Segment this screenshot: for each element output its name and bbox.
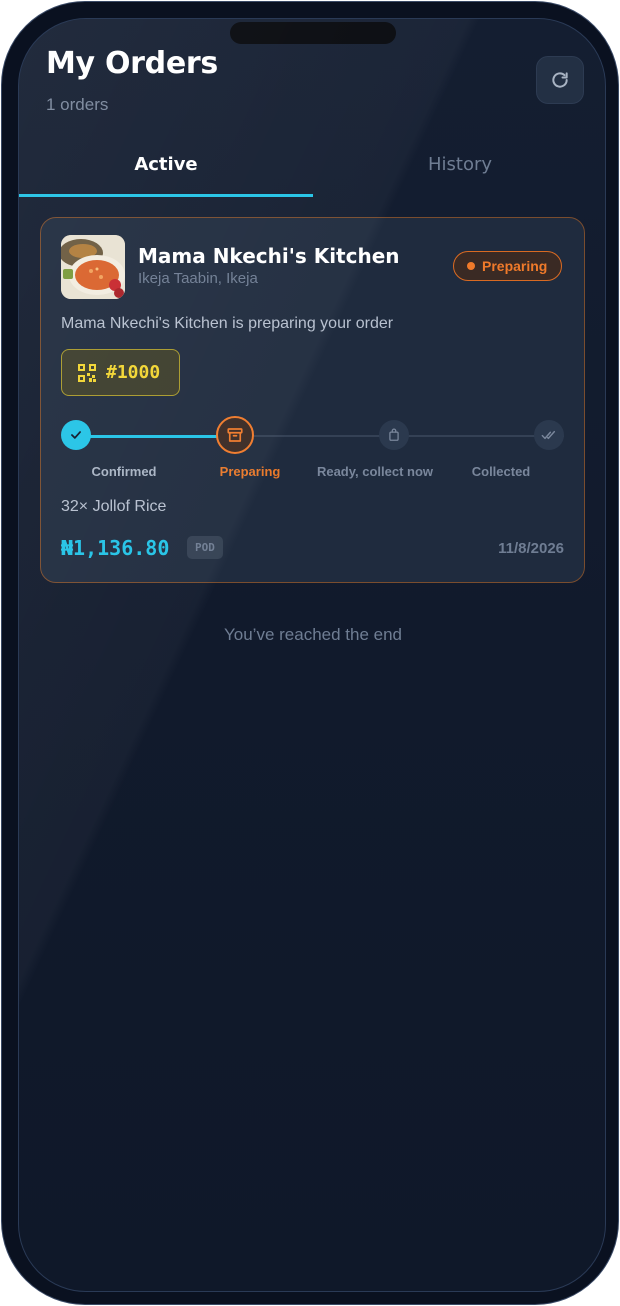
screen-glare	[19, 19, 605, 1291]
vendor-name: Mama Nkechi's Kitchen	[138, 244, 400, 268]
step-label-collected: Collected	[471, 464, 531, 479]
step-preparing	[216, 416, 254, 454]
archive-box-icon	[227, 428, 243, 442]
check-icon	[71, 431, 81, 439]
pickup-code-box[interactable]: #1000	[61, 349, 180, 396]
step-collected	[534, 420, 564, 450]
vendor-food-image	[61, 235, 125, 299]
phone-frame: My Orders 1 orders Active History Mama N…	[1, 1, 619, 1305]
double-check-icon	[541, 430, 556, 440]
progress-fill	[76, 435, 236, 438]
bag-icon	[389, 428, 399, 441]
qr-code-icon	[78, 364, 96, 382]
vendor-location: Ikeja Taabin, Ikeja	[138, 270, 258, 287]
order-card[interactable]: Mama Nkechi's Kitchen Ikeja Taabin, Ikej…	[40, 217, 585, 583]
order-count: 1 orders	[46, 95, 109, 114]
tab-history[interactable]: History	[313, 149, 605, 197]
page-title: My Orders	[46, 46, 218, 81]
step-label-ready: Ready, collect now	[316, 464, 434, 479]
dynamic-island	[230, 22, 396, 44]
step-ready	[379, 420, 409, 450]
payment-method-badge: POD	[187, 536, 223, 559]
refresh-icon	[552, 72, 568, 88]
status-label: Preparing	[482, 258, 548, 274]
end-of-list-message: You’ve reached the end	[223, 625, 403, 644]
tab-active[interactable]: Active	[19, 149, 313, 197]
active-tab-indicator	[19, 194, 313, 197]
phone-screen: My Orders 1 orders Active History Mama N…	[18, 18, 606, 1292]
pickup-code: #1000	[106, 362, 161, 383]
step-label-confirmed: Confirmed	[91, 464, 157, 479]
order-tabs: Active History	[19, 149, 605, 199]
order-date: 11/8/2026	[498, 540, 564, 557]
status-badge: Preparing	[453, 251, 563, 281]
refresh-button[interactable]	[536, 56, 584, 104]
step-confirmed	[61, 420, 91, 450]
order-items: 32× Jollof Rice	[61, 498, 167, 515]
status-message: Mama Nkechi's Kitchen is preparing your …	[61, 315, 394, 332]
step-label-preparing: Preparing	[219, 464, 281, 479]
status-dot-icon	[467, 262, 475, 270]
order-price: ₦1,136.80	[61, 536, 170, 560]
